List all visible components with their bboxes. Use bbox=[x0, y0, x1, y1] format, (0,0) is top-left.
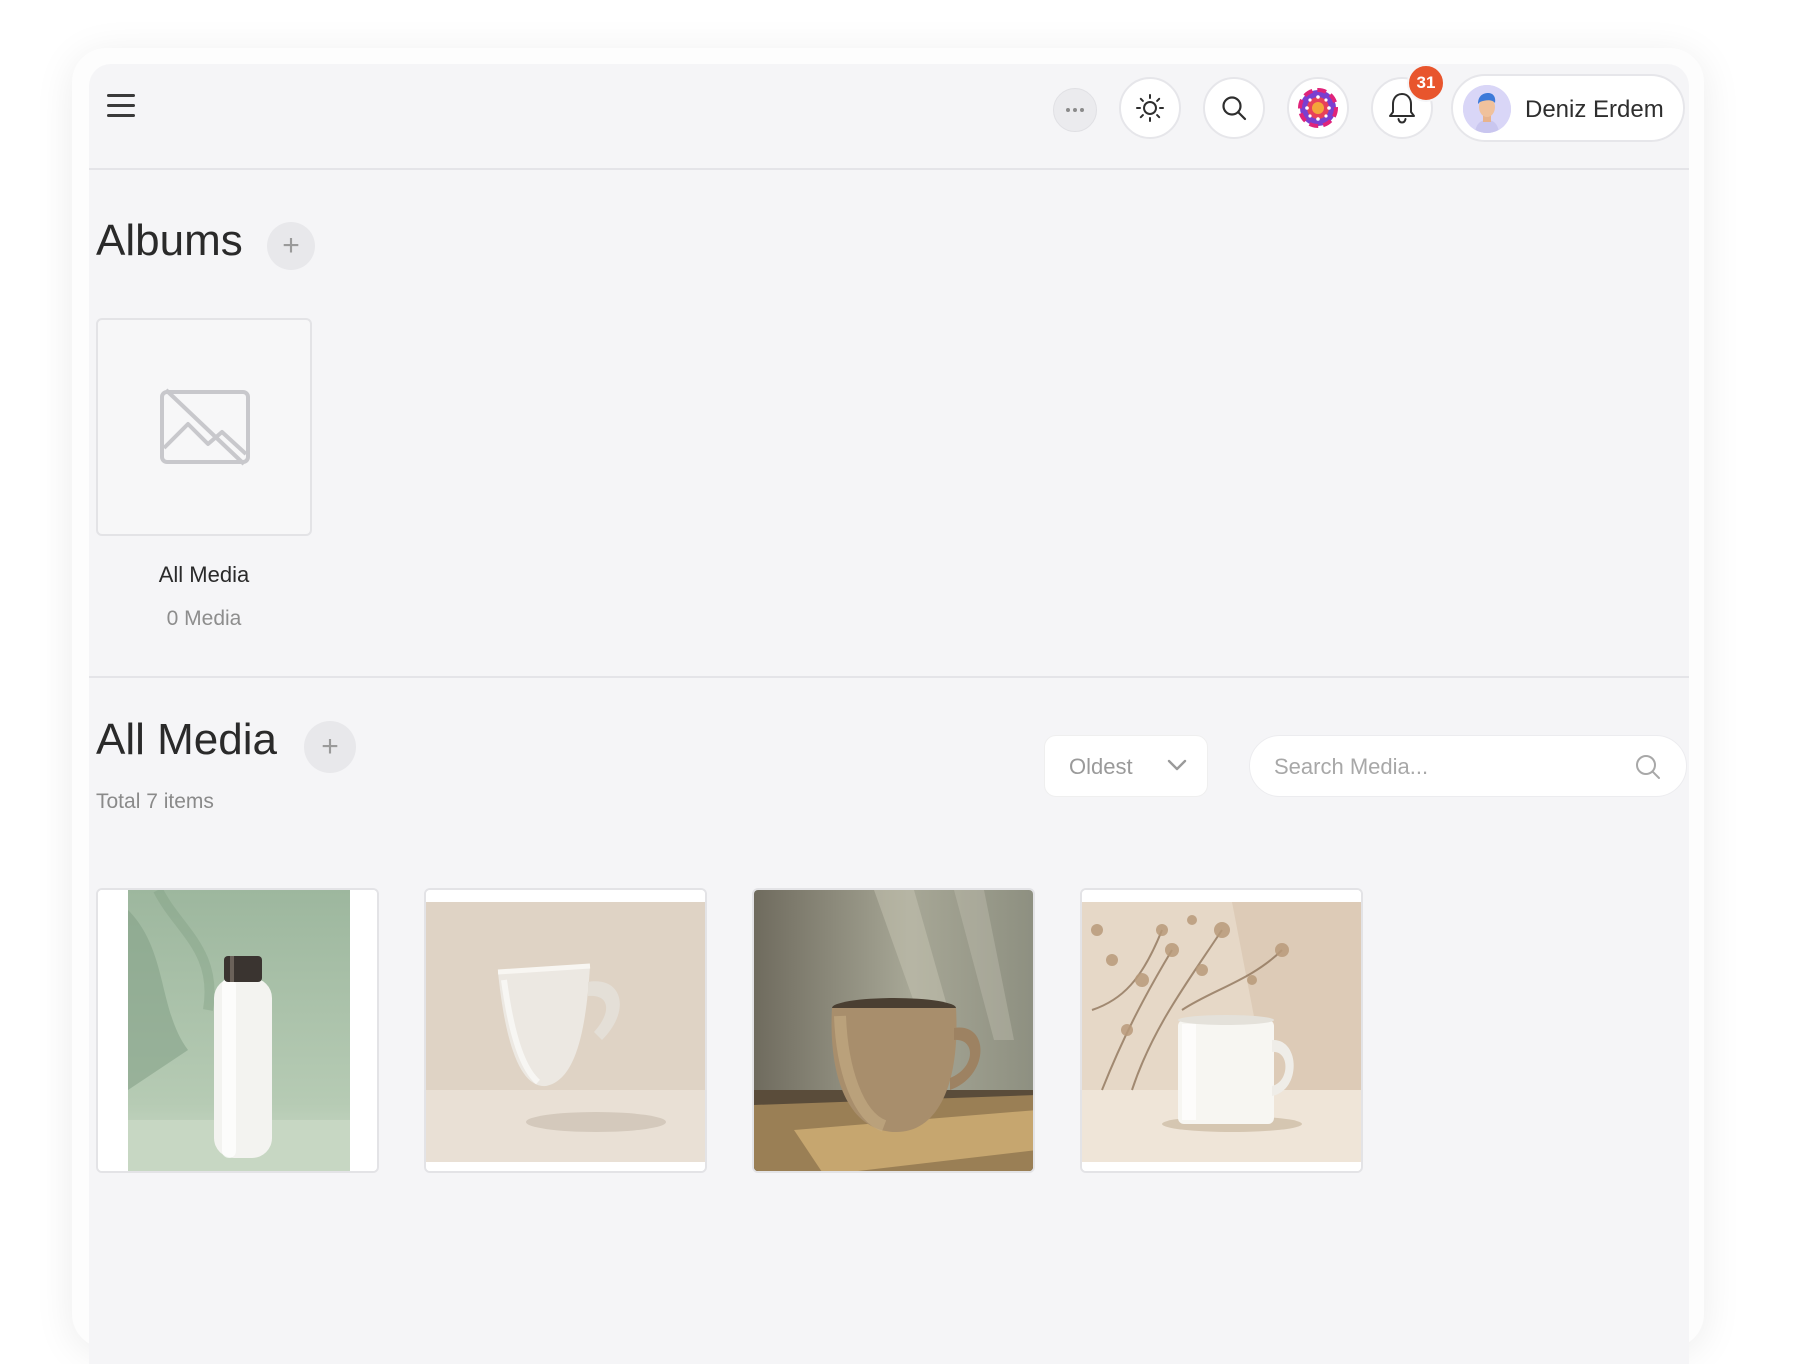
app-switcher-button[interactable] bbox=[1287, 77, 1349, 139]
image-placeholder-icon bbox=[160, 388, 250, 466]
sun-icon bbox=[1136, 94, 1164, 122]
album-card[interactable] bbox=[96, 318, 312, 536]
media-item-mug-flowers[interactable] bbox=[1080, 888, 1363, 1173]
search-icon[interactable] bbox=[1634, 753, 1662, 781]
media-total: Total 7 items bbox=[96, 790, 214, 813]
section-divider bbox=[89, 676, 1689, 678]
search-button[interactable] bbox=[1203, 77, 1265, 139]
album-name: All Media bbox=[158, 562, 250, 587]
add-media-button[interactable]: + bbox=[304, 721, 356, 773]
menu-icon[interactable] bbox=[107, 94, 135, 118]
sort-value: Oldest bbox=[1069, 754, 1133, 779]
media-title: All Media bbox=[96, 715, 277, 764]
app-container: 31 Deniz Erdem Albums + All Media 0 Medi… bbox=[89, 64, 1689, 1364]
media-item-white-mug[interactable] bbox=[424, 888, 707, 1173]
media-item-bottle[interactable] bbox=[96, 888, 379, 1173]
user-menu-button[interactable]: Deniz Erdem bbox=[1451, 74, 1685, 142]
theme-toggle-button[interactable] bbox=[1119, 77, 1181, 139]
top-bar: 31 Deniz Erdem bbox=[89, 64, 1689, 170]
search-icon bbox=[1222, 96, 1247, 121]
notification-badge: 31 bbox=[1407, 64, 1445, 102]
more-icon[interactable] bbox=[1053, 88, 1097, 132]
add-album-button[interactable]: + bbox=[267, 222, 315, 270]
media-search bbox=[1249, 735, 1687, 797]
sort-dropdown[interactable]: Oldest bbox=[1044, 735, 1208, 797]
media-item-speckled-mug[interactable] bbox=[752, 888, 1035, 1173]
albums-title: Albums bbox=[96, 216, 243, 265]
chevron-down-icon bbox=[1167, 759, 1187, 771]
search-input[interactable] bbox=[1272, 750, 1616, 784]
user-name: Deniz Erdem bbox=[1525, 96, 1664, 123]
avatar bbox=[1463, 85, 1511, 133]
app-logo-icon bbox=[1298, 88, 1338, 128]
album-count: 0 Media bbox=[166, 607, 242, 630]
